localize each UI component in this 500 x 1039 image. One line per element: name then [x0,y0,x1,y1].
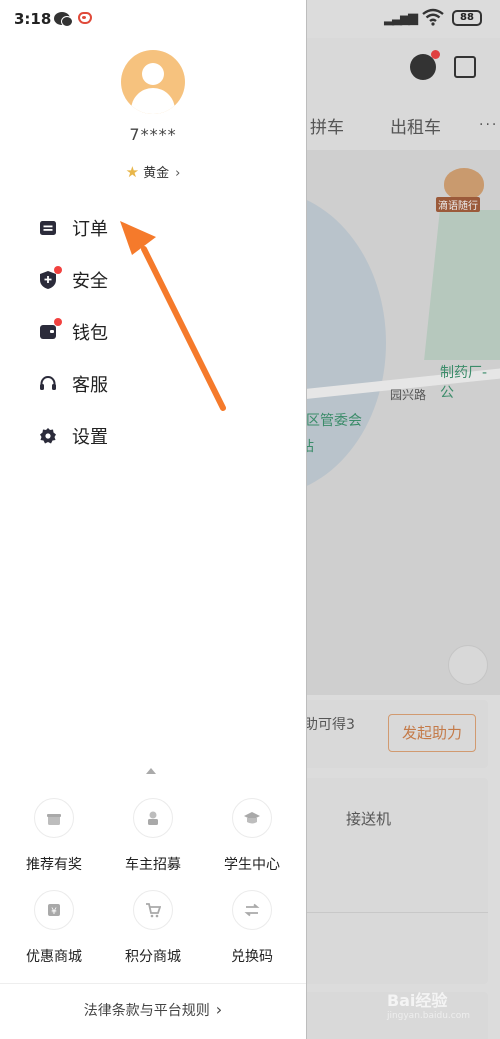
map-label: 园兴路 [390,388,427,402]
wechat-icon [54,12,73,27]
promo-card: 助可得3 发起助力 [300,700,488,768]
status-time: 3:18 [14,10,52,28]
scan-icon[interactable] [454,56,476,78]
gift-icon [34,798,74,838]
watermark-sub: jingyan.baidu.com [386,1011,470,1021]
drawer-edge [306,0,307,1039]
map-park-area [424,210,500,360]
level-label: 黄金 [143,166,170,181]
svg-text:¥: ¥ [51,907,57,917]
promo-text: 助可得3 [304,717,355,733]
menu-item-label: 安全 [72,271,108,292]
menu-item-support[interactable]: 客服 [38,358,108,410]
watermark-text: Bai经验 [386,991,448,1010]
wallet-icon [38,318,62,342]
chevron-right-icon: › [175,166,181,181]
drawer-menu: 订单 安全 钱包 客服 设置 [38,202,108,462]
message-icon[interactable] [410,50,440,80]
grid-item-redeem-code[interactable]: 兑换码 [204,890,300,966]
battery-indicator: 88 [452,10,482,26]
tab-carpool[interactable]: 拼车 [310,113,344,138]
cart-icon [133,890,173,930]
grid-item-referral[interactable]: 推荐有奖 [6,798,102,874]
map-label: 区管委会 [306,413,362,429]
menu-item-wallet[interactable]: 钱包 [38,306,108,358]
feature-grid: 推荐有奖 车主招募 学生中心 ¥ 优惠商城 积分商城 兑换码 [0,798,306,966]
graduation-cap-icon [232,798,272,838]
horn-icon[interactable]: 滴语随行 [436,168,488,212]
pointer-arrow-icon [120,221,226,411]
menu-item-label: 设置 [72,427,108,448]
bg-service-tabs: 拼车 出租车 ··· [306,112,500,138]
service-card: 接送机 [300,778,488,984]
coupon-icon: ¥ [34,890,74,930]
divider [300,912,488,913]
order-icon [38,218,58,238]
grid-item-discount-mall[interactable]: ¥ 优惠商城 [6,890,102,966]
legal-link[interactable]: 法律条款与平台规则 › [0,1000,306,1020]
locate-icon[interactable] [448,645,488,685]
grid-item-label: 推荐有奖 [26,857,82,873]
tab-taxi[interactable]: 出租车 [390,113,441,138]
promo-button[interactable]: 发起助力 [388,714,476,752]
driver-icon [133,798,173,838]
status-bar: 3:18 [0,0,306,38]
shield-icon [38,266,62,290]
wifi-icon [422,8,444,26]
collapse-arrow-icon[interactable] [146,768,156,774]
grid-item-label: 学生中心 [224,857,280,873]
menu-item-label: 订单 [72,219,108,240]
legal-link-label: 法律条款与平台规则 [83,1003,210,1019]
chevron-right-icon: › [215,1000,223,1019]
menu-item-label: 钱包 [72,323,108,344]
menu-item-security[interactable]: 安全 [38,254,108,306]
grid-item-driver-recruit[interactable]: 车主招募 [102,798,204,874]
menu-item-orders[interactable]: 订单 [38,202,108,254]
badge-dot [54,318,62,326]
badge-dot [54,266,62,274]
headset-icon [38,374,58,394]
username[interactable]: 7**** [0,125,306,144]
signal-icon: ▂▃▅▆ [384,11,418,26]
service-card-label[interactable]: 接送机 [346,808,391,829]
avatar[interactable] [121,50,185,114]
map-label: 制药厂-公 [440,365,488,401]
more-icon[interactable]: ··· [479,117,498,133]
horn-tag: 滴语随行 [436,197,480,212]
weibo-icon [78,12,92,24]
gear-icon [38,426,58,446]
side-drawer: 3:18 7**** ★ 黄金 › 订单 安全 钱包 客服 设置 推荐有奖 车主… [0,0,306,1039]
watermark: Bai经验 jingyan.baidu.com [387,987,470,1021]
grid-item-label: 优惠商城 [26,949,82,965]
star-icon: ★ [125,163,140,181]
menu-item-label: 客服 [72,375,108,396]
exchange-icon [232,890,272,930]
grid-item-label: 车主招募 [125,857,181,873]
member-level[interactable]: ★ 黄金 › [0,162,306,181]
footer-divider [0,983,306,984]
grid-item-label: 兑换码 [231,949,273,965]
grid-item-label: 积分商城 [125,949,181,965]
grid-item-student-center[interactable]: 学生中心 [204,798,300,874]
grid-item-points-mall[interactable]: 积分商城 [102,890,204,966]
menu-item-settings[interactable]: 设置 [38,410,108,462]
